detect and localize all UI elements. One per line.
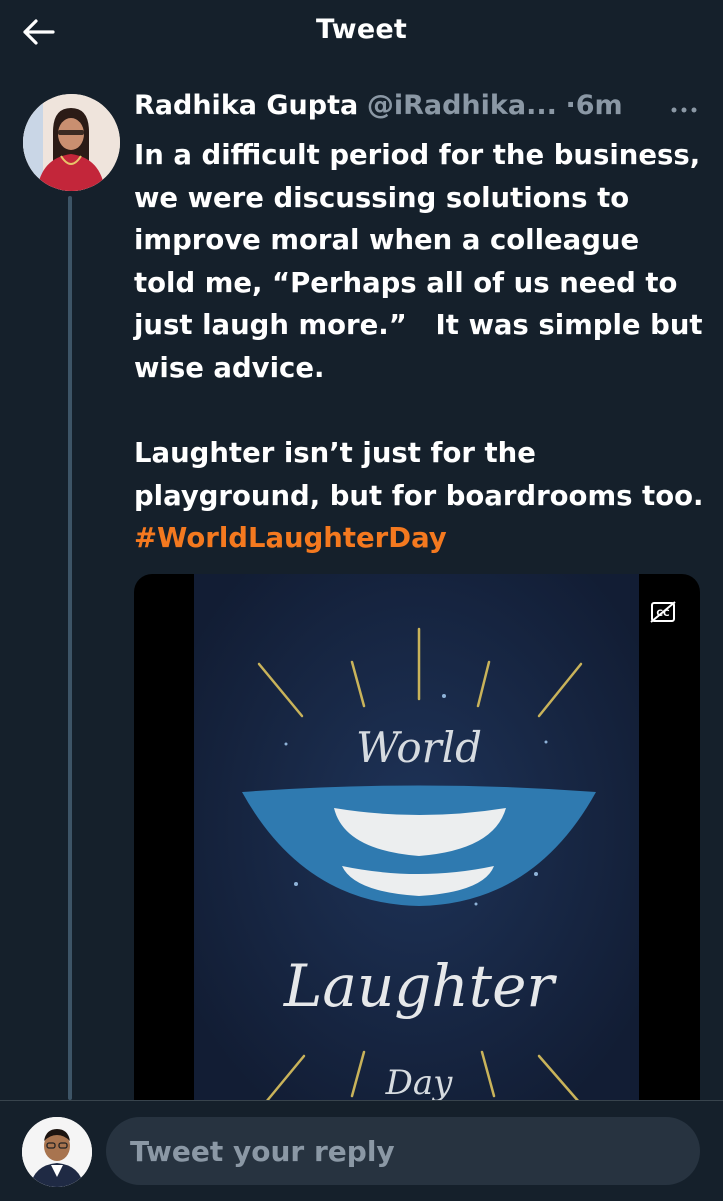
video-player[interactable]: World Laughter Day CC <box>134 574 700 1134</box>
video-frame: World Laughter Day <box>194 574 639 1134</box>
reply-input[interactable] <box>106 1117 700 1185</box>
more-options-button[interactable] <box>664 98 704 122</box>
reply-bar <box>0 1100 723 1201</box>
tweet-body: In a difficult period for the business, … <box>134 134 709 560</box>
more-horizontal-icon <box>671 107 697 113</box>
meta-separator: · <box>565 90 576 121</box>
video-word-laughter: Laughter <box>283 952 558 1020</box>
tweet-header: Radhika Gupta @iRadhika... ·6m <box>134 90 704 130</box>
closed-captions-icon: CC <box>650 601 676 623</box>
svg-text:CC: CC <box>656 609 670 619</box>
video-word-day: Day <box>385 1063 454 1103</box>
closed-captions-button[interactable]: CC <box>649 600 677 624</box>
tweet-timestamp[interactable]: 6m <box>576 90 623 121</box>
author-handle[interactable]: @iRadhika... <box>367 90 557 121</box>
page-title: Tweet <box>316 14 407 45</box>
author-name[interactable]: Radhika Gupta <box>134 90 358 121</box>
video-word-world: World <box>356 723 482 772</box>
hashtag-link[interactable]: #WorldLaughterDay <box>134 522 447 554</box>
user-avatar[interactable] <box>22 1117 92 1187</box>
author-avatar[interactable] <box>23 94 120 191</box>
tweet-paragraph: Laughter isn’t just for the playground, … <box>134 437 714 512</box>
tweet-paragraph: In a difficult period for the business, … <box>134 139 713 384</box>
top-bar: Tweet <box>0 0 723 64</box>
thread-line <box>68 196 72 1100</box>
